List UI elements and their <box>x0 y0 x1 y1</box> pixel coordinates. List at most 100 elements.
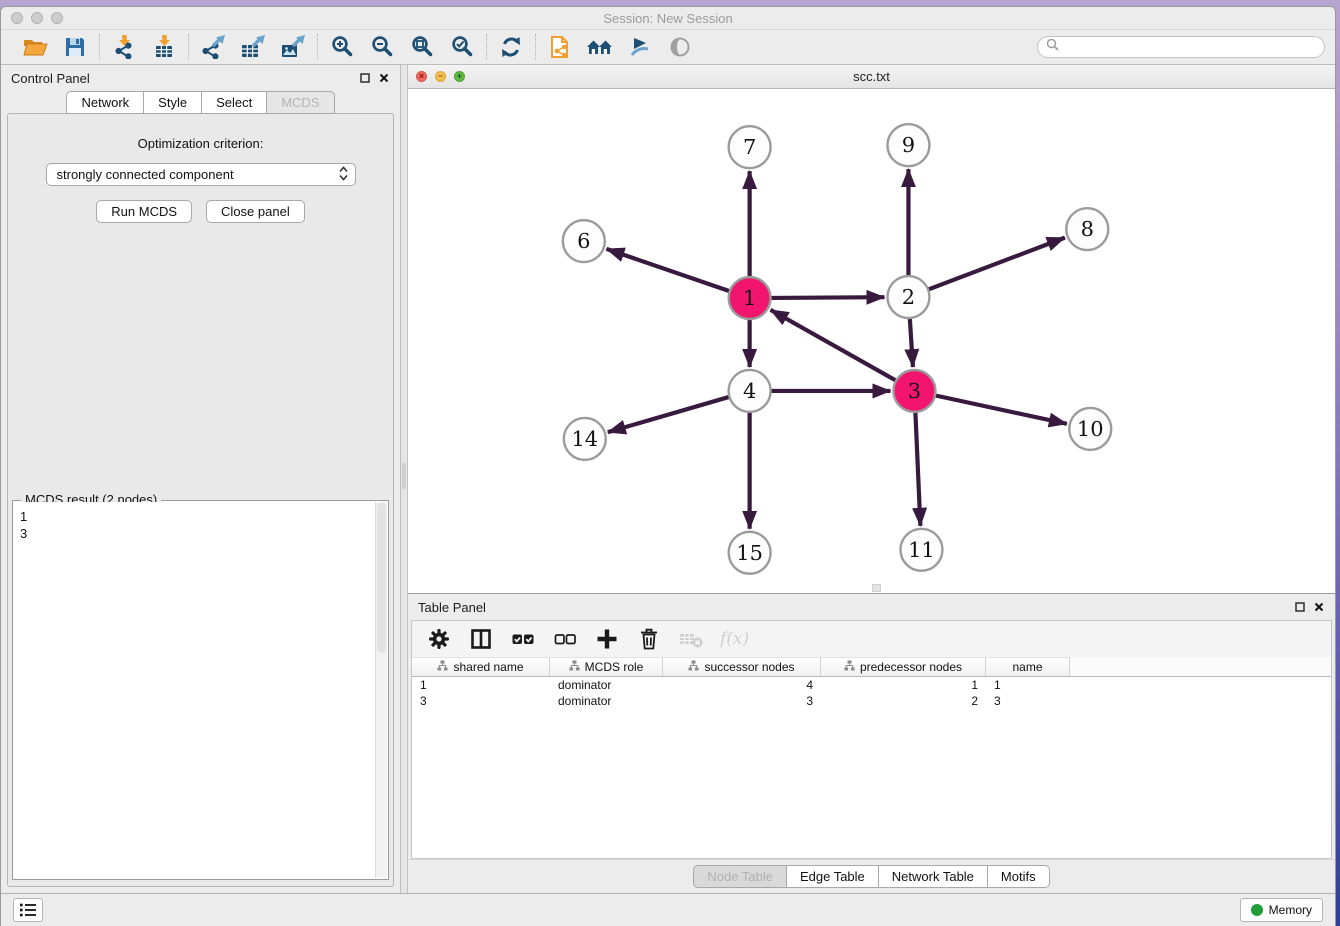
mcds-result-text[interactable]: 13 <box>14 502 374 878</box>
zoom-in-icon[interactable] <box>328 33 356 61</box>
node-label: 10 <box>1077 417 1104 441</box>
tab-style[interactable]: Style <box>144 91 202 114</box>
zoom-out-icon[interactable] <box>368 33 396 61</box>
table-cell[interactable]: dominator <box>550 677 663 693</box>
save-session-icon[interactable] <box>61 33 89 61</box>
zoom-icon[interactable]: + <box>454 71 465 82</box>
splitter-handle[interactable] <box>402 463 406 489</box>
table-cell[interactable]: dominator <box>550 693 663 709</box>
column-header-predecessor-nodes[interactable]: predecessor nodes <box>821 657 986 676</box>
close-icon[interactable] <box>378 72 390 84</box>
refresh-layout-icon[interactable] <box>497 33 525 61</box>
node-label: 8 <box>1081 217 1094 241</box>
zoom-icon[interactable] <box>51 12 63 24</box>
edge-1-2[interactable] <box>771 297 885 298</box>
run-mcds-button[interactable]: Run MCDS <box>96 200 192 223</box>
select-all-icon[interactable] <box>510 626 536 652</box>
memory-button[interactable]: Memory <box>1240 898 1323 922</box>
column-header-mcds-role[interactable]: MCDS role <box>550 657 663 676</box>
import-network-icon[interactable] <box>110 33 138 61</box>
settings-gear-icon[interactable] <box>426 626 452 652</box>
close-icon[interactable] <box>1313 601 1325 613</box>
memory-label: Memory <box>1269 903 1312 917</box>
app-window: Session: New Session Control Panel <box>0 6 1336 926</box>
optimization-criterion-select[interactable]: strongly connected component <box>46 163 356 186</box>
optimization-criterion-label: Optimization criterion: <box>138 136 264 151</box>
hide-details-icon[interactable] <box>626 33 654 61</box>
export-table-icon[interactable] <box>239 33 267 61</box>
tab-motifs[interactable]: Motifs <box>988 865 1050 888</box>
float-icon[interactable] <box>1294 601 1306 613</box>
table-cell[interactable]: 3 <box>663 693 821 709</box>
tab-network[interactable]: Network <box>66 91 144 114</box>
network-window-title: scc.txt <box>408 69 1335 84</box>
panel-splitter[interactable] <box>401 65 408 893</box>
tab-select[interactable]: Select <box>202 91 267 114</box>
table-row[interactable]: 1dominator411 <box>412 677 1331 693</box>
column-header-shared-name[interactable]: shared name <box>412 657 550 676</box>
export-network-icon[interactable] <box>199 33 227 61</box>
column-header-name[interactable]: name <box>986 657 1070 676</box>
result-line: 3 <box>20 525 368 542</box>
home-icon[interactable] <box>586 33 614 61</box>
minimize-icon[interactable] <box>31 12 43 24</box>
table-cell[interactable]: 1 <box>986 677 1070 693</box>
export-image-icon[interactable] <box>279 33 307 61</box>
close-icon[interactable]: × <box>416 71 427 82</box>
table-cell[interactable]: 4 <box>663 677 821 693</box>
edge-4-14[interactable] <box>608 397 730 432</box>
edge-3-10[interactable] <box>935 395 1067 423</box>
import-table-icon[interactable] <box>150 33 178 61</box>
network-window: × − + scc.txt 7968124314101511 <box>408 65 1335 594</box>
zoom-fit-icon[interactable] <box>408 33 436 61</box>
column-header-successor-nodes[interactable]: successor nodes <box>663 657 821 676</box>
edge-1-6[interactable] <box>606 249 729 291</box>
edge-2-8[interactable] <box>928 238 1065 290</box>
open-file-icon[interactable] <box>21 33 49 61</box>
canvas-splitter-handle[interactable] <box>872 584 881 592</box>
edge-3-11[interactable] <box>915 412 920 526</box>
close-icon[interactable] <box>11 12 23 24</box>
node-label: 14 <box>571 427 598 451</box>
tab-edge-table[interactable]: Edge Table <box>787 865 879 888</box>
tab-node-table[interactable]: Node Table <box>693 865 787 888</box>
search-box[interactable] <box>1037 36 1325 58</box>
table-panel: Table Panel f(x) shared nameMCDS rolesuc… <box>408 594 1335 893</box>
tab-mcds[interactable]: MCDS <box>267 91 334 114</box>
result-line: 1 <box>20 508 368 525</box>
table-tabbar: Node TableEdge TableNetwork TableMotifs <box>408 859 1335 893</box>
search-input[interactable] <box>1063 40 1316 54</box>
edge-2-3[interactable] <box>910 318 913 367</box>
zoom-selected-icon[interactable] <box>448 33 476 61</box>
delete-column-icon[interactable] <box>636 626 662 652</box>
table-cell[interactable]: 3 <box>412 693 550 709</box>
deselect-all-icon[interactable] <box>552 626 578 652</box>
column-selector-icon[interactable] <box>468 626 494 652</box>
node-label: 11 <box>908 538 935 562</box>
result-scrollbar[interactable] <box>375 502 387 878</box>
network-list-icon[interactable] <box>13 898 43 922</box>
table-row[interactable]: 3dominator323 <box>412 693 1331 709</box>
table-cell[interactable]: 2 <box>821 693 986 709</box>
table-cell[interactable]: 1 <box>412 677 550 693</box>
edge-3-1[interactable] <box>771 310 897 381</box>
float-icon[interactable] <box>359 72 371 84</box>
table-cell[interactable]: 1 <box>821 677 986 693</box>
sort-hierarchy-icon <box>844 660 855 674</box>
memory-indicator <box>1251 904 1263 916</box>
minimize-icon[interactable]: − <box>435 71 446 82</box>
control-panel-title: Control Panel <box>11 71 90 86</box>
clone-network-icon[interactable] <box>546 33 574 61</box>
tab-network-table[interactable]: Network Table <box>879 865 988 888</box>
node-label: 9 <box>902 133 915 157</box>
mcds-result-box: MCDS result (2 nodes) 13 <box>12 500 389 880</box>
node-table[interactable]: shared nameMCDS rolesuccessor nodesprede… <box>412 657 1331 858</box>
network-window-titlebar[interactable]: × − + scc.txt <box>408 65 1335 89</box>
table-panel-title: Table Panel <box>418 600 486 615</box>
eye-icon[interactable] <box>666 33 694 61</box>
network-canvas[interactable]: 7968124314101511 <box>408 89 1335 593</box>
table-cell[interactable]: 3 <box>986 693 1070 709</box>
add-column-icon[interactable] <box>594 626 620 652</box>
network-graph: 7968124314101511 <box>408 89 1335 593</box>
close-panel-button[interactable]: Close panel <box>206 200 305 223</box>
